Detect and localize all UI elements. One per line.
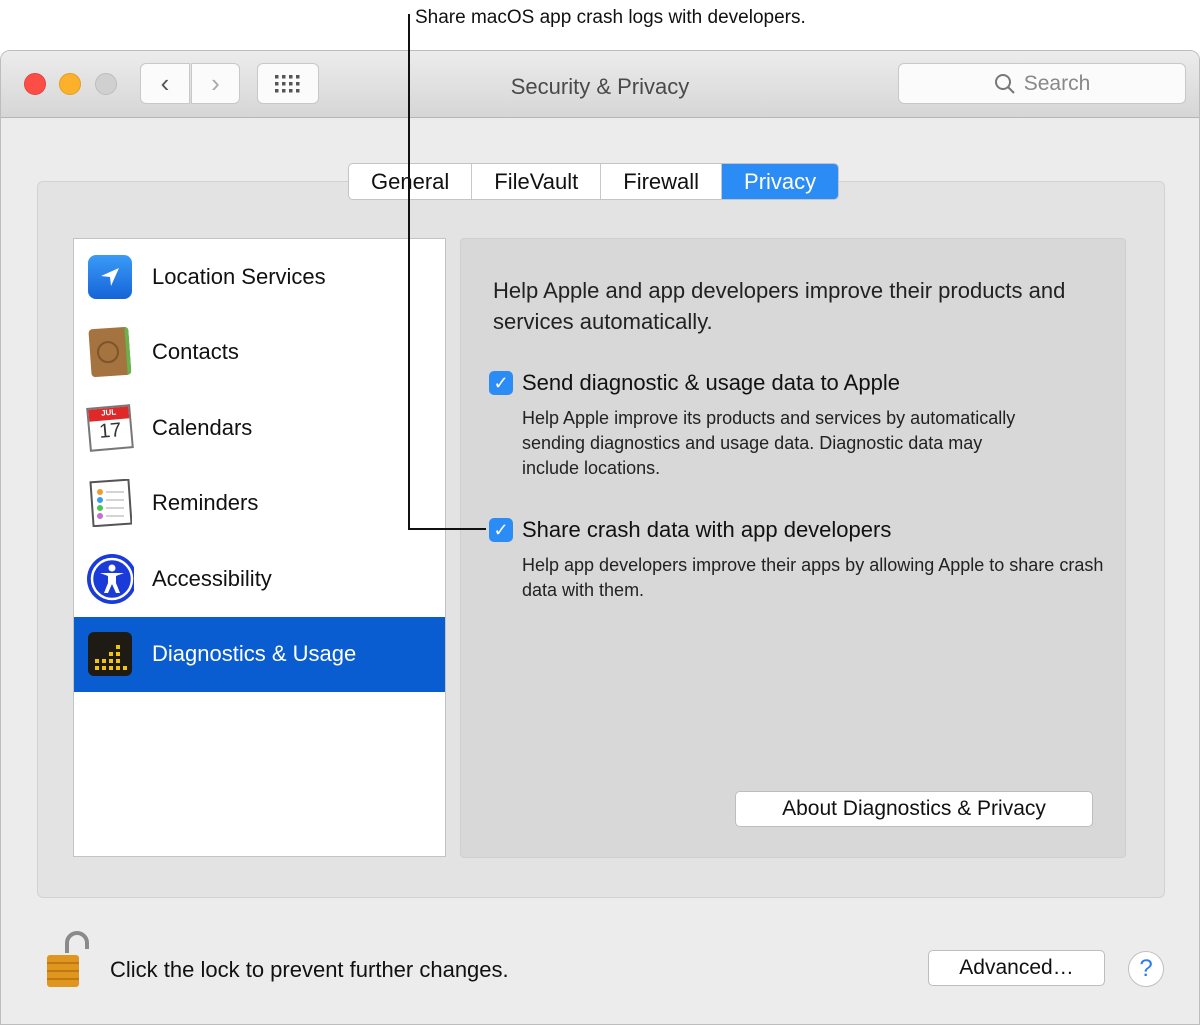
search-icon xyxy=(994,73,1015,94)
sidebar-item-calendars[interactable]: JUL 17 Calendars xyxy=(74,390,445,466)
callout-line-pointer xyxy=(408,528,486,530)
callout-line xyxy=(408,14,410,530)
advanced-button[interactable]: Advanced… xyxy=(928,950,1105,986)
calendar-icon: JUL 17 xyxy=(86,403,134,452)
tab-privacy[interactable]: Privacy xyxy=(722,164,839,199)
search-field[interactable]: Search xyxy=(898,63,1186,104)
contacts-book-icon xyxy=(86,326,134,378)
sidebar-item-label: Calendars xyxy=(152,414,253,440)
tab-general[interactable]: General xyxy=(349,164,473,199)
sidebar-item-label: Reminders xyxy=(152,490,259,516)
reminders-icon xyxy=(86,479,134,528)
sidebar-item-accessibility[interactable]: Accessibility xyxy=(74,541,445,617)
window: ‹ › Security & Privacy Search General Fi… xyxy=(0,50,1200,1025)
checkmark-icon: ✓ xyxy=(489,371,513,395)
send-diagnostics-description: Help Apple improve its products and serv… xyxy=(522,408,1016,478)
tab-bar: General FileVault Firewall Privacy xyxy=(348,163,840,200)
intro-text: Help Apple and app developers improve th… xyxy=(493,278,1066,334)
titlebar: ‹ › Security & Privacy Search xyxy=(1,51,1199,118)
lock-icon[interactable] xyxy=(45,931,89,989)
tab-firewall[interactable]: Firewall xyxy=(601,164,723,199)
location-arrow-icon xyxy=(86,253,134,301)
about-diagnostics-button[interactable]: About Diagnostics & Privacy xyxy=(735,791,1093,827)
share-crash-data-description: Help app developers improve their apps b… xyxy=(522,555,1104,600)
sidebar-item-label: Accessibility xyxy=(152,565,272,591)
lock-text: Click the lock to prevent further change… xyxy=(110,957,509,982)
sidebar-item-label: Contacts xyxy=(152,339,239,365)
search-placeholder: Search xyxy=(1023,71,1091,95)
tab-filevault[interactable]: FileVault xyxy=(472,164,602,199)
sidebar-item-label: Diagnostics & Usage xyxy=(152,641,357,667)
help-button[interactable]: ? xyxy=(1128,951,1164,987)
privacy-category-list: Location Services Contacts JUL 17 Calenda… xyxy=(73,238,446,857)
checkbox-label: Share crash data with app developers xyxy=(522,517,892,542)
diagnostics-pane: Help Apple and app developers improve th… xyxy=(460,238,1126,858)
checkmark-icon: ✓ xyxy=(489,518,513,542)
sidebar-item-reminders[interactable]: Reminders xyxy=(74,466,445,542)
sidebar-item-diagnostics-usage[interactable]: Diagnostics & Usage xyxy=(74,616,445,692)
checkbox-label: Send diagnostic & usage data to Apple xyxy=(522,370,900,395)
sidebar-item-location-services[interactable]: Location Services xyxy=(74,239,445,315)
callout-text: Share macOS app crash logs with develope… xyxy=(415,7,806,28)
send-diagnostics-checkbox[interactable]: ✓ Send diagnostic & usage data to Apple xyxy=(489,370,900,396)
sidebar-item-contacts[interactable]: Contacts xyxy=(74,315,445,391)
accessibility-icon xyxy=(86,553,134,604)
share-crash-data-checkbox[interactable]: ✓ Share crash data with app developers xyxy=(489,517,891,543)
diagnostics-icon xyxy=(86,630,134,678)
sidebar-item-label: Location Services xyxy=(152,263,326,289)
calendar-day: 17 xyxy=(98,418,123,443)
